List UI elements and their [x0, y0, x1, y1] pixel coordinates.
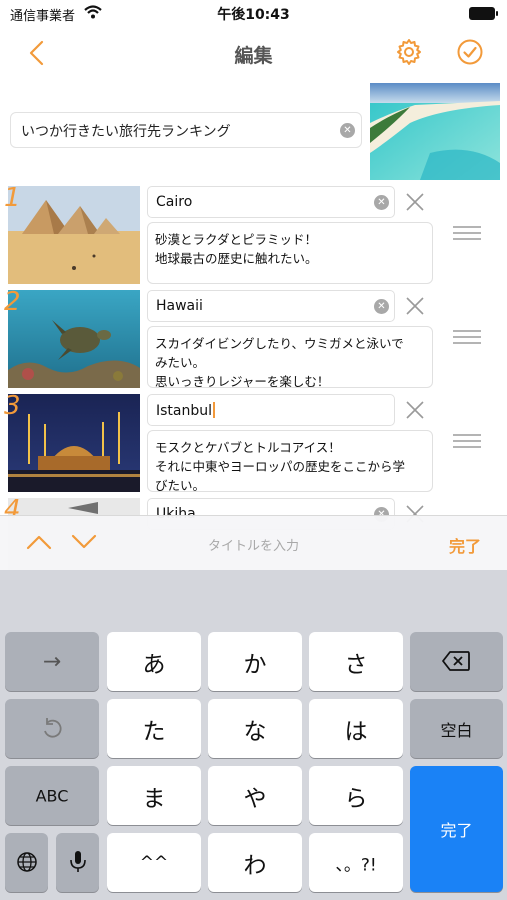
- drag-handle-icon[interactable]: [453, 434, 481, 450]
- item-photo[interactable]: [8, 394, 140, 492]
- kana-key-ma[interactable]: ま: [107, 766, 201, 825]
- item-name: Hawaii: [156, 298, 203, 314]
- item-name-field[interactable]: Hawaii ✕: [147, 290, 395, 322]
- list-item: 3 Istanbul モスクとケバブとトルコアイス！ それに中東やヨーロッパの歴…: [0, 391, 507, 494]
- microphone-icon: [70, 851, 86, 872]
- toolbar-placeholder: タイトルを入力: [207, 539, 299, 554]
- item-memo: 砂漠とラクダとピラミッド！ 地球最古の歴史に触れたい。: [155, 232, 318, 266]
- kana-key-dakuten[interactable]: ^^: [107, 833, 201, 892]
- gear-icon[interactable]: [394, 37, 424, 67]
- item-memo-field[interactable]: モスクとケバブとトルコアイス！ それに中東やヨーロッパの歴史をここから学 びたい…: [147, 430, 433, 493]
- list-title-value: いつか行きたい旅行先ランキング: [21, 124, 231, 140]
- keyboard-done-key[interactable]: 完了: [410, 766, 503, 892]
- rank-number: 2: [4, 287, 21, 317]
- undo-key[interactable]: [5, 699, 99, 758]
- abc-key[interactable]: ABC: [5, 766, 99, 825]
- drag-handle-icon[interactable]: [453, 226, 481, 242]
- page-title: 編集: [234, 45, 273, 67]
- delete-x-icon[interactable]: [404, 399, 426, 421]
- microphone-key[interactable]: [56, 833, 99, 892]
- space-key[interactable]: 空白: [410, 699, 503, 758]
- item-photo[interactable]: [8, 290, 140, 388]
- kana-key-ta[interactable]: た: [107, 699, 201, 758]
- keyboard-toolbar: タイトルを入力 完了: [0, 515, 507, 570]
- kana-key-na[interactable]: な: [208, 699, 302, 758]
- delete-x-icon[interactable]: [404, 191, 426, 213]
- delete-x-icon[interactable]: [404, 295, 426, 317]
- text-caret: [213, 402, 216, 418]
- rank-number: 3: [4, 391, 21, 421]
- list-title-field[interactable]: いつか行きたい旅行先ランキング ✕: [10, 112, 362, 148]
- clear-icon[interactable]: ✕: [374, 299, 389, 314]
- globe-key[interactable]: [5, 833, 48, 892]
- kana-key-ya[interactable]: や: [208, 766, 302, 825]
- clear-icon[interactable]: ✕: [340, 123, 355, 138]
- battery-icon: [469, 7, 498, 20]
- item-memo: スカイダイビングしたり、ウミガメと泳いで みたい。 思いっきりレジャーを楽しむ！: [155, 336, 404, 389]
- kana-key-punctuation[interactable]: 、。?!: [309, 833, 403, 892]
- item-name: Cairo: [156, 194, 193, 210]
- backspace-key[interactable]: [410, 632, 503, 691]
- kana-key-wa[interactable]: わ: [208, 833, 302, 892]
- rank-number: 1: [4, 183, 21, 213]
- status-time: 午後10:43: [217, 7, 290, 23]
- kana-key-sa[interactable]: さ: [309, 632, 403, 691]
- item-photo[interactable]: [8, 186, 140, 284]
- list-item: 2 Hawaii ✕ スカイダイビングしたり、ウミガメと泳いで みたい。 思いっ…: [0, 287, 507, 390]
- keyboard: → あ か さ た な は 空白 ABC ま や ら 完了 ^^ わ 、。?!: [0, 570, 507, 900]
- next-key[interactable]: →: [5, 632, 99, 691]
- item-memo: モスクとケバブとトルコアイス！ それに中東やヨーロッパの歴史をここから学 びたい…: [155, 440, 406, 493]
- kana-key-ka[interactable]: か: [208, 632, 302, 691]
- item-memo-field[interactable]: 砂漠とラクダとピラミッド！ 地球最古の歴史に触れたい。: [147, 222, 433, 284]
- drag-handle-icon[interactable]: [453, 330, 481, 346]
- kana-key-ha[interactable]: は: [309, 699, 403, 758]
- backspace-icon: [442, 651, 470, 671]
- toolbar-done-button[interactable]: 完了: [449, 533, 481, 557]
- clear-icon[interactable]: ✕: [374, 195, 389, 210]
- cover-photo[interactable]: [370, 83, 500, 180]
- list-item: 1 Cairo ✕ 砂漠とラクダとピラミッド！ 地球最古の歴史に触れたい。: [0, 183, 507, 286]
- item-memo-field[interactable]: スカイダイビングしたり、ウミガメと泳いで みたい。 思いっきりレジャーを楽しむ！: [147, 326, 433, 389]
- item-name: Istanbul: [156, 402, 216, 419]
- check-circle-icon[interactable]: [455, 37, 485, 67]
- status-bar: 通信事業者 午後10:43: [0, 0, 507, 30]
- undo-icon: [44, 718, 62, 738]
- globe-icon: [17, 852, 37, 872]
- kana-key-a[interactable]: あ: [107, 632, 201, 691]
- nav-bar: 編集: [0, 30, 507, 76]
- item-name-field[interactable]: Istanbul: [147, 394, 395, 426]
- item-name-field[interactable]: Cairo ✕: [147, 186, 395, 218]
- kana-key-ra[interactable]: ら: [309, 766, 403, 825]
